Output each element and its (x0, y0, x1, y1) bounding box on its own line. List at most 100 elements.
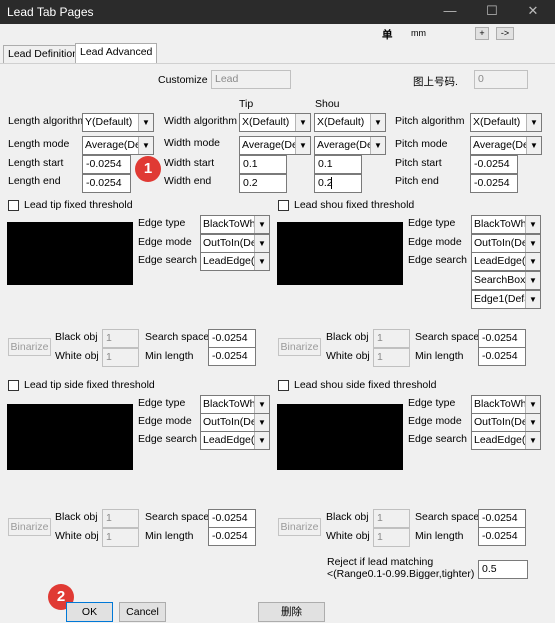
cancel-button[interactable]: Cancel (119, 602, 166, 622)
tip-side-black-obj-field[interactable]: 1 (102, 509, 139, 528)
tip-side-min-length-field[interactable]: -0.0254 (208, 527, 256, 546)
minimize-button[interactable]: — (430, 0, 470, 24)
min-length-label: Min length (145, 350, 194, 362)
shou-side-white-obj-field[interactable]: 1 (373, 528, 410, 547)
shou-fixed-search-box-select[interactable]: SearchBox(D ▼ (471, 271, 541, 290)
length-start-label: Length start (8, 157, 64, 169)
tip-width-end-field[interactable]: 0.2 (239, 174, 287, 193)
black-obj-label: Black obj (326, 511, 369, 523)
shou-side-edge-mode-select[interactable]: OutToIn(Def ▼ (471, 413, 541, 432)
reject-threshold-field[interactable]: 0.5 (478, 560, 528, 579)
tip-side-edge-search-select[interactable]: LeadEdge(D ▼ (200, 431, 270, 450)
delete-button[interactable]: 删除 (258, 602, 325, 622)
tip-side-edge-mode-select[interactable]: OutToIn(Def ▼ (200, 413, 270, 432)
shou-side-edge-type-select[interactable]: BlackToWhi ▼ (471, 395, 541, 414)
tip-fixed-white-obj-field[interactable]: 1 (102, 348, 139, 367)
search-space-label: Search space (145, 331, 210, 343)
plus-button[interactable]: + (475, 27, 489, 40)
tip-fixed-min-length-field[interactable]: -0.0254 (208, 347, 256, 366)
edge-mode-label: Edge mode (138, 236, 192, 248)
tip-side-binarize-button[interactable]: Binarize (8, 518, 51, 536)
tip-fixed-binarize-button[interactable]: Binarize (8, 338, 51, 356)
shou-fixed-binarize-button[interactable]: Binarize (278, 338, 321, 356)
shou-side-search-space-field[interactable]: -0.0254 (478, 509, 526, 528)
shou-fixed-edge-type-select[interactable]: BlackToWhi ▼ (471, 215, 541, 234)
pitch-mode-select[interactable]: Average(Def ▼ (470, 136, 542, 155)
pitch-end-field[interactable]: -0.0254 (470, 174, 518, 193)
edge-mode-label: Edge mode (138, 415, 192, 427)
shou-fixed-preview (277, 222, 403, 285)
length-mode-select[interactable]: Average(Def ▼ (82, 136, 154, 155)
tip-side-threshold-checkbox[interactable] (8, 380, 19, 391)
chevron-down-icon: ▼ (254, 216, 269, 233)
title-bar: Lead Tab Pages — ☐ ✕ (0, 0, 555, 24)
chevron-down-icon: ▼ (254, 253, 269, 270)
chevron-down-icon: ▼ (525, 253, 540, 270)
chevron-down-icon: ▼ (138, 137, 153, 154)
edge-mode-label: Edge mode (408, 415, 462, 427)
tip-fixed-search-space-field[interactable]: -0.0254 (208, 329, 256, 348)
shou-side-binarize-button[interactable]: Binarize (278, 518, 321, 536)
tab-lead-advanced[interactable]: Lead Advanced (75, 43, 158, 64)
shou-fixed-black-obj-field[interactable]: 1 (373, 329, 410, 348)
min-length-label: Min length (145, 530, 194, 542)
shou-fixed-search-space-field[interactable]: -0.0254 (478, 329, 526, 348)
pitch-algorithm-label: Pitch algorithm (395, 115, 465, 127)
shou-fixed-white-obj-field[interactable]: 1 (373, 348, 410, 367)
tip-fixed-edge-mode-select[interactable]: OutToIn(Def ▼ (200, 234, 270, 253)
pitch-start-field[interactable]: -0.0254 (470, 155, 518, 174)
tip-width-mode-select[interactable]: Average(Def ▼ (239, 136, 311, 155)
chevron-down-icon: ▼ (295, 114, 310, 131)
close-button[interactable]: ✕ (513, 0, 553, 24)
shou-fixed-edge-mode-select[interactable]: OutToIn(Def ▼ (471, 234, 541, 253)
ok-button[interactable]: OK (66, 602, 113, 622)
search-space-label: Search space (415, 331, 480, 343)
pitch-algorithm-select[interactable]: X(Default) ▼ (470, 113, 542, 132)
chevron-down-icon: ▼ (525, 414, 540, 431)
chevron-down-icon: ▼ (295, 137, 310, 154)
customize-label: Customize (158, 74, 208, 86)
shou-side-black-obj-field[interactable]: 1 (373, 509, 410, 528)
tip-side-search-space-field[interactable]: -0.0254 (208, 509, 256, 528)
tip-width-start-field[interactable]: 0.1 (239, 155, 287, 174)
tip-side-edge-type-select[interactable]: BlackToWhi ▼ (200, 395, 270, 414)
pitch-mode-label: Pitch mode (395, 138, 448, 150)
tip-fixed-edge-type-select[interactable]: BlackToWhi ▼ (200, 215, 270, 234)
shou-fixed-edge-search-select[interactable]: LeadEdge(D ▼ (471, 252, 541, 271)
white-obj-label: White obj (55, 350, 99, 362)
shou-width-algorithm-select[interactable]: X(Default) ▼ (314, 113, 386, 132)
shou-width-mode-select[interactable]: Average(Def ▼ (314, 136, 386, 155)
shou-side-min-length-field[interactable]: -0.0254 (478, 527, 526, 546)
length-end-field[interactable]: -0.0254 (82, 174, 131, 193)
tip-width-algorithm-select[interactable]: X(Default) ▼ (239, 113, 311, 132)
min-length-label: Min length (415, 350, 464, 362)
length-algorithm-select[interactable]: Y(Default) ▼ (82, 113, 154, 132)
unit-label: 单 (382, 29, 393, 41)
shou-fixed-edge1-select[interactable]: Edge1(Defa ▼ (471, 290, 541, 309)
shou-width-start-field[interactable]: 0.1 (314, 155, 362, 174)
edge-type-label: Edge type (138, 397, 186, 409)
length-start-field[interactable]: -0.0254 (82, 155, 131, 174)
shou-fixed-threshold-checkbox[interactable] (278, 200, 289, 211)
length-algorithm-label: Length algorithm (8, 115, 87, 127)
shou-fixed-min-length-field[interactable]: -0.0254 (478, 347, 526, 366)
edge-type-label: Edge type (408, 217, 456, 229)
chevron-down-icon: ▼ (526, 114, 541, 131)
shou-side-edge-search-select[interactable]: LeadEdge(D ▼ (471, 431, 541, 450)
tip-fixed-edge-search-select[interactable]: LeadEdge(D ▼ (200, 252, 270, 271)
chevron-down-icon: ▼ (526, 137, 541, 154)
tip-side-white-obj-field[interactable]: 1 (102, 528, 139, 547)
maximize-button[interactable]: ☐ (472, 0, 512, 24)
tip-fixed-threshold-checkbox[interactable] (8, 200, 19, 211)
tab-lead-definition[interactable]: Lead Definition (3, 45, 84, 64)
arrow-button[interactable]: -> (496, 27, 514, 40)
width-end-label: Width end (164, 175, 212, 187)
min-length-label: Min length (415, 530, 464, 542)
shou-side-threshold-checkbox[interactable] (278, 380, 289, 391)
tip-fixed-black-obj-field[interactable]: 1 (102, 329, 139, 348)
chevron-down-icon: ▼ (138, 114, 153, 131)
customize-field[interactable]: Lead (211, 70, 291, 89)
chevron-down-icon: ▼ (525, 272, 540, 289)
figure-number-field[interactable]: 0 (474, 70, 528, 89)
shou-width-end-field[interactable]: 0.2 (314, 174, 362, 193)
